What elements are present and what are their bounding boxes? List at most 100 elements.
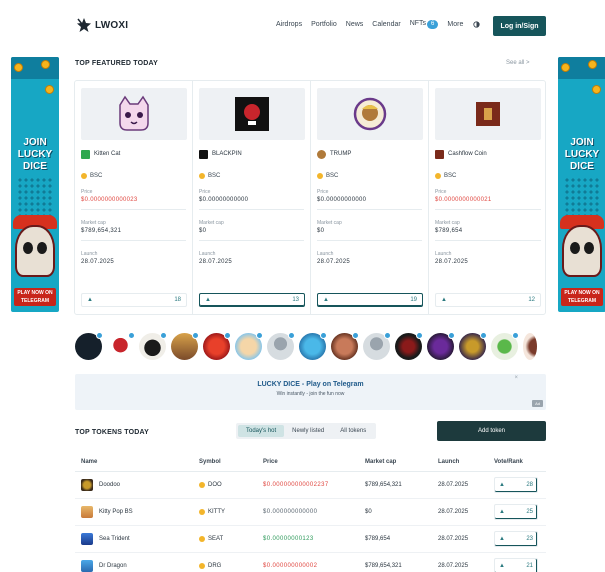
token-logo-icon	[81, 149, 90, 159]
monster-eye	[584, 242, 594, 254]
table-row[interactable]: Dr Dragon DRG $0.000000000002 $789,654,3…	[75, 553, 546, 572]
vote-button[interactable]: ▲ 28	[494, 477, 538, 493]
col-price[interactable]: Price	[263, 459, 365, 465]
banner-ad[interactable]: LUCKY DICE - Play on Telegram Win instan…	[75, 374, 546, 410]
main-nav: Airdrops Portfolio News Calendar NFTs 6 M…	[276, 20, 489, 29]
close-icon[interactable]: ×	[514, 375, 518, 381]
token-logo-icon	[199, 149, 208, 159]
see-all-link[interactable]: See all >	[506, 60, 530, 66]
monster-eye	[570, 242, 580, 254]
verified-icon	[352, 332, 359, 339]
ad-cta[interactable]: PLAY NOW ON TELEGRAM	[561, 288, 603, 306]
col-mcap[interactable]: Market cap	[365, 459, 438, 465]
card-header: Cashflow Coin	[435, 149, 541, 159]
card-price: $0.0000000000023	[81, 197, 138, 203]
community-avatars	[75, 332, 537, 360]
avatar[interactable]	[139, 332, 167, 360]
vote-count: 18	[174, 297, 181, 303]
vote-button[interactable]: ▲ 19	[317, 293, 423, 307]
vote-button[interactable]: ▲ 12	[435, 293, 541, 307]
featured-card[interactable]: Kitten Cat BSC Price $0.0000000000023 Ma…	[75, 81, 193, 314]
avatar[interactable]	[491, 332, 519, 360]
vote-button[interactable]: ▲ 21	[494, 558, 538, 572]
avatar[interactable]	[331, 332, 359, 360]
col-name[interactable]: Name	[75, 459, 199, 465]
table-row[interactable]: Sea Trident SEAT $0.00000000123 $789,654…	[75, 526, 546, 553]
divider	[81, 240, 186, 241]
featured-card[interactable]: TRUMP BSC Price $0.00000000000 Market ca…	[311, 81, 429, 314]
coin-icon	[14, 63, 23, 72]
table-header: Name Symbol Price Market cap Launch Vote…	[75, 452, 546, 472]
kitten-icon	[119, 95, 149, 131]
vote-button[interactable]: ▲ 23	[494, 531, 538, 547]
avatar[interactable]	[267, 332, 295, 360]
card-price: $0.00000000000	[317, 197, 367, 203]
tab-hot[interactable]: Today's hot	[238, 425, 285, 437]
nav-calendar[interactable]: Calendar	[372, 21, 400, 28]
ad-title-line: LUCKY	[17, 149, 53, 160]
tab-new[interactable]: Newly listed	[284, 425, 332, 437]
card-launch: 28.07.2025	[81, 259, 115, 265]
add-token-button[interactable]: Add token	[437, 421, 546, 441]
col-vote[interactable]: Vote/Rank	[494, 459, 546, 465]
table-row[interactable]: Kitty Pop BS KITTY $0.000000000000 $0 28…	[75, 499, 546, 526]
card-header: Kitten Cat	[81, 149, 186, 159]
featured-card[interactable]: Cashflow Coin BSC Price $0.0000000000021…	[429, 81, 547, 314]
col-launch[interactable]: Launch	[438, 459, 494, 465]
card-chain: BSC	[317, 173, 422, 179]
card-chain: BSC	[81, 173, 186, 179]
avatar[interactable]	[107, 332, 135, 360]
ad-title-line: JOIN	[570, 137, 594, 148]
col-symbol[interactable]: Symbol	[199, 459, 263, 465]
card-image	[317, 88, 423, 140]
bsc-chain-icon	[81, 173, 87, 179]
upvote-icon: ▲	[499, 536, 505, 542]
token-launch: 28.07.2025	[438, 563, 469, 569]
nav-news[interactable]: News	[346, 21, 364, 28]
banner-subtitle: Win instantly - join the fun now	[276, 391, 345, 397]
token-mcap: $789,654,321	[365, 563, 402, 569]
vote-button[interactable]: ▲ 18	[81, 293, 187, 307]
token-logo-icon	[435, 149, 444, 159]
monster-eye	[37, 242, 47, 254]
avatar[interactable]	[459, 332, 487, 360]
side-ad-left[interactable]: JOIN LUCKY DICE PLAY NOW ON TELEGRAM	[11, 57, 59, 312]
card-mcap: $0	[317, 228, 325, 234]
verified-icon	[384, 332, 391, 339]
chain-label: BSC	[90, 173, 103, 179]
avatar[interactable]	[523, 333, 537, 360]
ad-cta[interactable]: PLAY NOW ON TELEGRAM	[14, 288, 56, 306]
avatar[interactable]	[363, 332, 391, 360]
avatar[interactable]	[427, 332, 455, 360]
avatar[interactable]	[299, 332, 327, 360]
avatar[interactable]	[203, 332, 231, 360]
vote-button[interactable]: ▲ 25	[494, 504, 538, 520]
token-name: Sea Trident	[99, 536, 130, 542]
vote-button[interactable]: ▲ 13	[199, 293, 305, 307]
nav-nfts[interactable]: NFTs 6	[410, 20, 439, 29]
card-mcap: $789,654,321	[81, 228, 122, 234]
table-row[interactable]: Doodoo DOO $0.000000000002237 $789,654,3…	[75, 472, 546, 499]
token-price: $0.00000000123	[263, 536, 314, 542]
signin-button[interactable]: Log in/Sign	[493, 16, 546, 36]
featured-cards: Kitten Cat BSC Price $0.0000000000023 Ma…	[74, 80, 546, 315]
card-launch: 28.07.2025	[199, 259, 233, 265]
token-symbol: DOO	[208, 482, 222, 488]
site-logo[interactable]: LWOXI	[76, 17, 128, 33]
nav-airdrops[interactable]: Airdrops	[276, 21, 302, 28]
tab-all[interactable]: All tokens	[332, 425, 374, 437]
mcap-label: Market cap	[435, 220, 460, 226]
avatar[interactable]	[235, 332, 263, 360]
nav-more[interactable]: More	[447, 21, 463, 28]
nav-portfolio[interactable]: Portfolio	[311, 21, 337, 28]
verified-icon	[256, 332, 263, 339]
theme-toggle-icon[interactable]	[472, 20, 481, 29]
avatar[interactable]	[171, 332, 199, 360]
avatar[interactable]	[395, 332, 423, 360]
side-ad-right[interactable]: JOIN LUCKY DICE PLAY NOW ON TELEGRAM	[558, 57, 605, 312]
token-launch: 28.07.2025	[438, 509, 469, 515]
featured-card[interactable]: BLACKPIN BSC Price $0.00000000000 Market…	[193, 81, 311, 314]
card-image	[81, 88, 187, 140]
avatar[interactable]	[75, 332, 103, 360]
token-name: Dr Dragon	[99, 563, 127, 569]
